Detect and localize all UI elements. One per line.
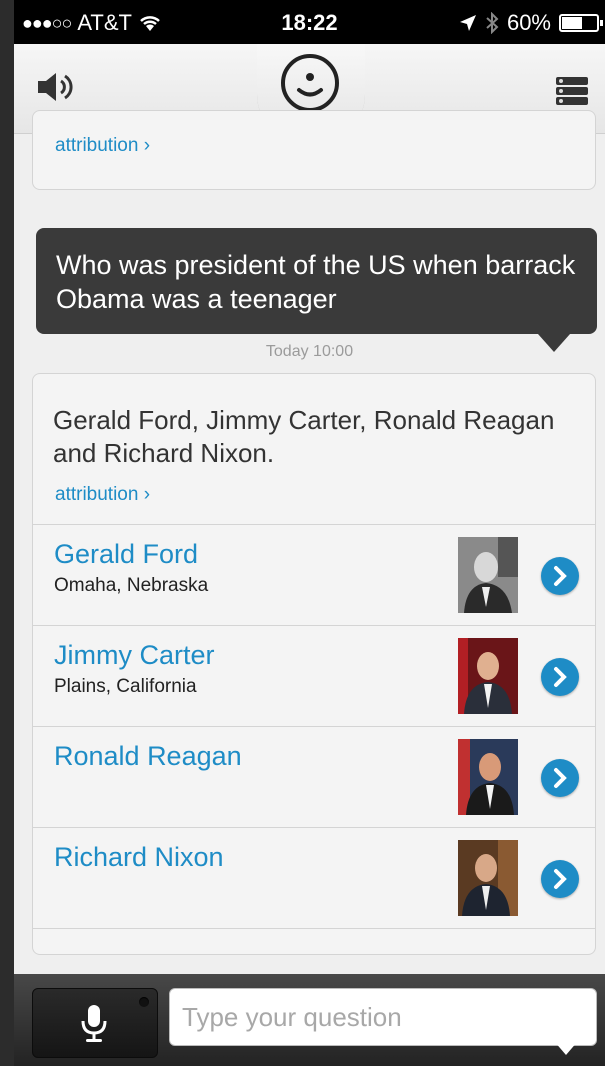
chevron-right-icon: › bbox=[138, 135, 151, 156]
answer-attribution-link[interactable]: attribution › bbox=[55, 484, 150, 506]
question-input[interactable] bbox=[169, 988, 597, 1046]
result-row-richard-nixon[interactable]: Richard Nixon bbox=[33, 827, 595, 928]
smiley-face-icon bbox=[281, 54, 339, 112]
result-row-jimmy-carter[interactable]: Jimmy Carter Plains, California bbox=[33, 625, 595, 726]
mic-indicator-dot bbox=[139, 997, 149, 1007]
user-message-bubble: Who was president of the US when barrack… bbox=[36, 228, 597, 334]
portrait-photo bbox=[458, 537, 518, 613]
result-place: Omaha, Nebraska bbox=[54, 575, 209, 596]
portrait-photo bbox=[458, 739, 518, 815]
battery-fill bbox=[562, 17, 583, 29]
location-arrow-icon bbox=[459, 15, 476, 31]
chevron-right-icon[interactable] bbox=[541, 759, 579, 797]
card-footer-divider bbox=[33, 928, 595, 929]
battery-percent: 60% bbox=[506, 10, 551, 35]
previous-answer-card: attribution › bbox=[32, 110, 596, 190]
message-timestamp: Today 10:00 bbox=[265, 343, 354, 360]
user-message-text: Who was president of the US when barrack… bbox=[56, 250, 576, 314]
chevron-right-icon[interactable] bbox=[541, 658, 579, 696]
portrait-photo bbox=[458, 638, 518, 714]
attribution-label: attribution bbox=[55, 135, 139, 156]
chevron-right-icon: › bbox=[138, 484, 151, 505]
answer-text: Gerald Ford, Jimmy Carter, Ronald Reagan… bbox=[53, 405, 555, 468]
input-tail bbox=[554, 1041, 578, 1055]
status-bar: ●●●○○ AT&T 18:22 60% bbox=[14, 0, 605, 44]
attribution-label: attribution bbox=[55, 484, 139, 505]
microphone-icon bbox=[81, 1005, 107, 1042]
result-name: Ronald Reagan bbox=[54, 741, 242, 771]
previous-attribution-link[interactable]: attribution › bbox=[55, 135, 150, 157]
result-row-gerald-ford[interactable]: Gerald Ford Omaha, Nebraska bbox=[33, 524, 595, 625]
result-name: Richard Nixon bbox=[54, 842, 224, 872]
microphone-button[interactable] bbox=[32, 988, 158, 1058]
chevron-right-icon[interactable] bbox=[541, 860, 579, 898]
speaker-icon[interactable] bbox=[36, 70, 76, 104]
result-place: Plains, California bbox=[54, 676, 197, 697]
result-name: Jimmy Carter bbox=[54, 640, 215, 670]
result-name: Gerald Ford bbox=[54, 539, 199, 569]
input-bar bbox=[14, 974, 605, 1066]
app-screen: ●●●○○ AT&T 18:22 60% attribution › Who w… bbox=[14, 0, 605, 1066]
status-right: 60% bbox=[459, 10, 603, 36]
battery-icon bbox=[559, 14, 603, 32]
menu-list-icon[interactable] bbox=[555, 76, 589, 106]
answer-card: Gerald Ford, Jimmy Carter, Ronald Reagan… bbox=[32, 373, 596, 955]
portrait-photo bbox=[458, 840, 518, 916]
chevron-right-icon[interactable] bbox=[541, 557, 579, 595]
bluetooth-icon bbox=[486, 12, 499, 34]
result-row-ronald-reagan[interactable]: Ronald Reagan bbox=[33, 726, 595, 827]
